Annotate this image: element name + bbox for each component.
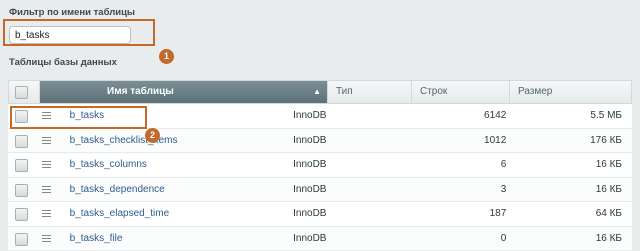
table-rows-cell: 0 [358, 227, 516, 251]
row-menu-cell [34, 202, 69, 226]
section-title: Таблицы базы данных [9, 57, 117, 68]
table-rows-cell: 3 [358, 178, 516, 202]
row-checkbox[interactable] [15, 135, 28, 148]
row-menu-icon[interactable] [42, 210, 51, 219]
table-rows-cell: 6142 [358, 104, 516, 128]
row-menu-icon[interactable] [42, 186, 51, 195]
row-checkbox[interactable] [15, 184, 28, 197]
table-size-cell: 64 КБ [516, 202, 632, 226]
table-name-link[interactable]: b_tasks_file [70, 233, 123, 244]
table-size-cell: 16 КБ [516, 227, 632, 251]
table-row[interactable]: b_tasks_columns InnoDB616 КБ [8, 153, 632, 178]
row-highlight-box [10, 106, 147, 129]
table-header: Имя таблицы ▲ Тип Строк Размер [8, 80, 632, 104]
table-rows-cell: 6 [358, 153, 516, 177]
table-name-cell: b_tasks_columns [70, 153, 288, 177]
column-header-rows-label: Строк [420, 86, 447, 97]
row-checkbox[interactable] [15, 159, 28, 172]
table-name-cell: b_tasks_checklist_items [70, 129, 288, 153]
row-menu-icon[interactable] [42, 161, 51, 170]
filter-title: Фильтр по имени таблицы [9, 7, 135, 18]
table-type-cell: InnoDB [288, 104, 358, 128]
filter-highlight-box [3, 19, 155, 46]
column-header-size-label: Размер [518, 86, 552, 97]
row-checkbox[interactable] [15, 208, 28, 221]
column-header-type[interactable]: Тип [327, 81, 411, 103]
table-name-cell: b_tasks_elapsed_time [70, 202, 288, 226]
table-name-cell: b_tasks_dependence [70, 178, 288, 202]
table-name-link[interactable]: b_tasks_elapsed_time [70, 208, 170, 219]
table-size-cell: 16 КБ [516, 178, 632, 202]
row-checkbox-cell [8, 178, 34, 202]
table-size-cell: 16 КБ [516, 153, 632, 177]
table-size-cell: 5.5 МБ [516, 104, 632, 128]
table-type-cell: InnoDB [288, 178, 358, 202]
row-checkbox-cell [8, 202, 34, 226]
column-header-name-label: Имя таблицы [107, 86, 174, 97]
column-header-type-label: Тип [336, 86, 353, 97]
row-menu-icon[interactable] [42, 137, 51, 146]
table-rows-cell: 187 [358, 202, 516, 226]
table-type-cell: InnoDB [288, 227, 358, 251]
row-menu-cell [34, 153, 69, 177]
step-marker-2: 2 [145, 128, 160, 143]
column-header-rows[interactable]: Строк [411, 81, 509, 103]
row-menu-cell [34, 227, 69, 251]
row-checkbox-cell [8, 227, 34, 251]
table-name-cell: b_tasks_file [70, 227, 288, 251]
row-checkbox[interactable] [15, 233, 28, 246]
table-row[interactable]: b_tasks_file InnoDB016 КБ [8, 227, 632, 251]
column-header-name[interactable]: Имя таблицы ▲ [39, 81, 327, 103]
table-row[interactable]: b_tasks_elapsed_time InnoDB18764 КБ [8, 202, 632, 227]
select-all-checkbox[interactable] [15, 86, 28, 99]
table-name-link[interactable]: b_tasks_dependence [70, 184, 165, 195]
table-name-link[interactable]: b_tasks_columns [70, 159, 147, 170]
table-type-cell: InnoDB [288, 153, 358, 177]
row-menu-icon[interactable] [42, 235, 51, 244]
row-checkbox-cell [8, 153, 34, 177]
header-select-all[interactable] [9, 81, 39, 103]
table-rows-cell: 1012 [358, 129, 516, 153]
table-type-cell: InnoDB [288, 129, 358, 153]
table-row[interactable]: b_tasks_checklist_items InnoDB1012176 КБ [8, 129, 632, 154]
row-menu-cell [34, 129, 69, 153]
table-name-link[interactable]: b_tasks_checklist_items [70, 135, 178, 146]
table-row[interactable]: b_tasks_dependence InnoDB316 КБ [8, 178, 632, 203]
row-menu-cell [34, 178, 69, 202]
row-checkbox-cell [8, 129, 34, 153]
table-size-cell: 176 КБ [516, 129, 632, 153]
column-header-size[interactable]: Размер [509, 81, 631, 103]
table-type-cell: InnoDB [288, 202, 358, 226]
sort-ascending-icon: ▲ [313, 81, 321, 103]
step-marker-1: 1 [159, 49, 174, 64]
